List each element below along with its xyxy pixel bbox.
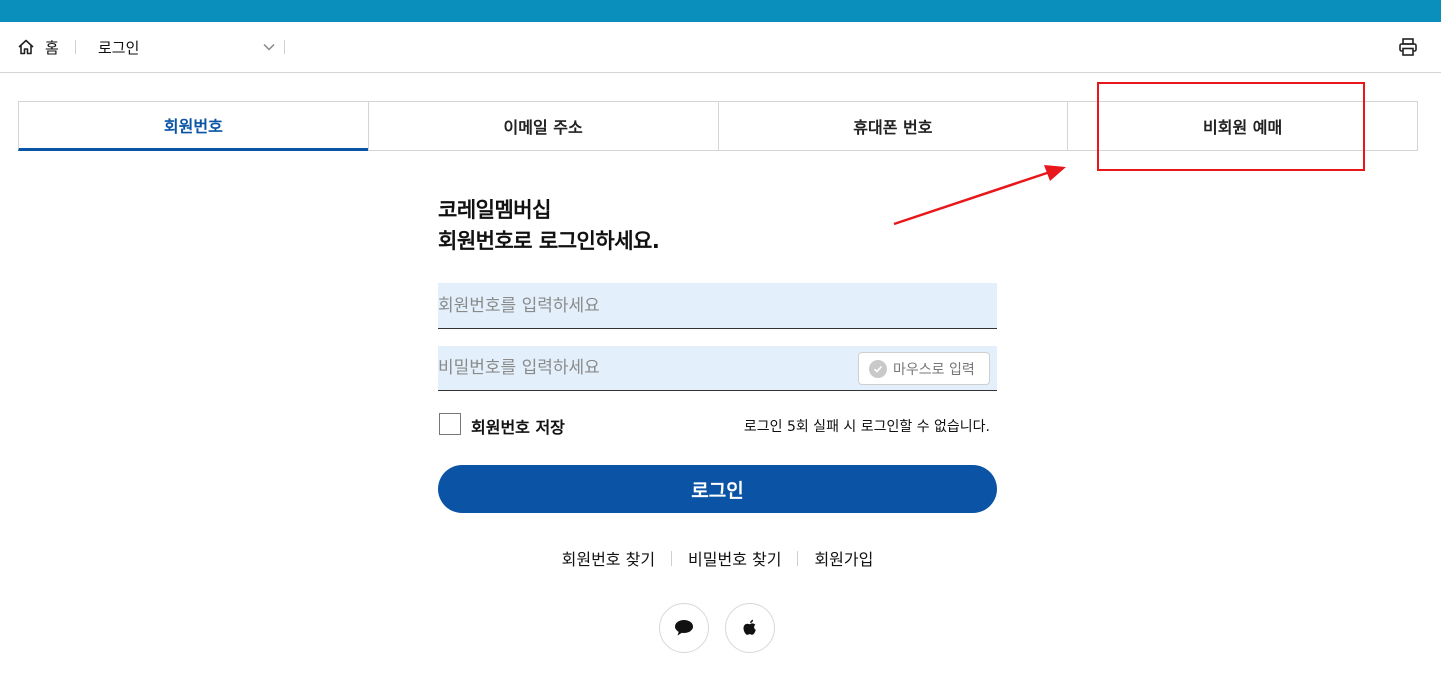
apple-login-button[interactable] [725, 603, 775, 653]
annotation-arrow [893, 165, 1066, 226]
breadcrumb-divider [75, 40, 76, 54]
top-accent-bar [0, 0, 1441, 22]
tab-phone[interactable]: 휴대폰 번호 [717, 101, 1069, 151]
tab-member-number[interactable]: 회원번호 [18, 101, 369, 151]
tab-non-member-booking[interactable]: 비회원 예매 [1067, 101, 1418, 151]
tab-email[interactable]: 이메일 주소 [367, 101, 719, 151]
mouse-input-label: 마우스로 입력 [893, 361, 975, 378]
breadcrumb-divider [284, 40, 285, 54]
page-title-line1: 코레일멤버십 [438, 198, 551, 222]
login-button[interactable]: 로그인 [438, 465, 997, 513]
mouse-input-button[interactable]: 마우스로 입력 [858, 352, 990, 385]
account-links: 회원번호 찾기 비밀번호 찾기 회원가입 [438, 546, 997, 570]
login-fail-notice: 로그인 5회 실패 시 로그인할 수 없습니다. [743, 419, 990, 435]
save-id-label[interactable]: 회원번호 저장 [471, 414, 565, 438]
signup-link[interactable]: 회원가입 [798, 546, 889, 570]
page-title: 코레일멤버십 회원번호로 로그인하세요. [438, 195, 660, 257]
chevron-down-icon[interactable] [262, 40, 276, 54]
breadcrumb: 홈 로그인 [0, 22, 1441, 73]
breadcrumb-current: 로그인 [98, 39, 140, 57]
find-member-number-link[interactable]: 회원번호 찾기 [546, 546, 671, 570]
speech-bubble-icon [675, 620, 693, 636]
find-password-link[interactable]: 비밀번호 찾기 [672, 546, 797, 570]
print-icon[interactable] [1398, 37, 1418, 57]
save-id-checkbox[interactable] [439, 413, 461, 435]
home-icon[interactable] [17, 38, 35, 56]
apple-icon [743, 619, 756, 635]
login-method-tabs: 회원번호 이메일 주소 휴대폰 번호 비회원 예매 [18, 101, 1418, 151]
member-number-input[interactable] [438, 283, 997, 329]
page-title-line2: 회원번호로 로그인하세요. [438, 229, 660, 253]
kakao-login-button[interactable] [659, 603, 709, 653]
check-circle-icon [869, 359, 887, 378]
breadcrumb-home-link[interactable]: 홈 [45, 37, 59, 58]
